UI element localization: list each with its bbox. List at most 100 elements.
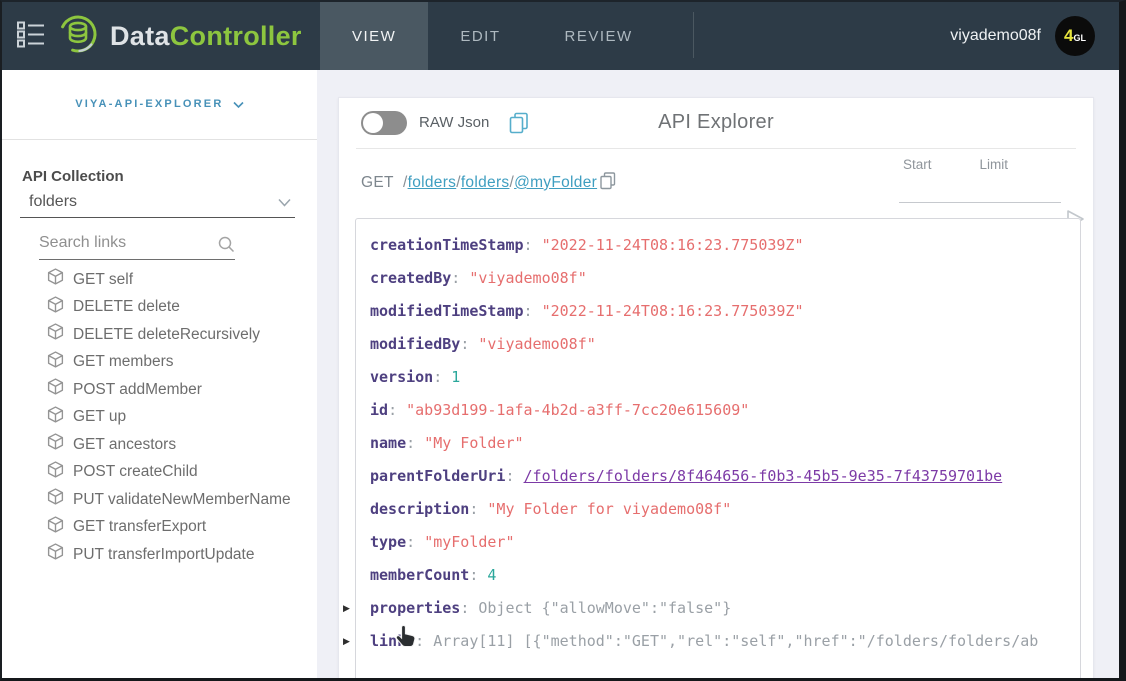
request-method: GET <box>361 174 394 191</box>
api-link-item[interactable]: GET ancestors <box>2 431 317 459</box>
pagination-params: Start Limit <box>899 157 1061 203</box>
json-key: description <box>370 500 469 518</box>
api-link-label: GET ancestors <box>73 436 176 454</box>
api-link-item[interactable]: PUT transferImportUpdate <box>2 541 317 569</box>
cube-icon <box>47 378 64 401</box>
json-key: modifiedBy <box>370 335 460 353</box>
json-row: version: 1 <box>356 361 1080 394</box>
api-link-item[interactable]: GET members <box>2 349 317 377</box>
json-value: "2022-11-24T08:16:23.775039Z" <box>542 302 804 320</box>
brand-zone: DataController <box>2 2 320 70</box>
api-link-item[interactable]: DELETE deleteRecursively <box>2 321 317 349</box>
json-key: memberCount <box>370 566 469 584</box>
app-window: DataController VIEW EDIT REVIEW viyademo… <box>0 0 1126 681</box>
api-link-item[interactable]: POST createChild <box>2 459 317 487</box>
app-selector-dropdown[interactable]: VIYA-API-EXPLORER <box>2 98 317 110</box>
json-value: "My Folder for viyademo08f" <box>487 500 731 518</box>
tree-menu-icon[interactable] <box>16 20 46 53</box>
sidebar-divider <box>2 139 317 140</box>
chevron-down-icon <box>229 98 244 110</box>
json-value: Object {"allowMove":"false"} <box>478 599 731 617</box>
cube-icon <box>47 543 64 566</box>
cube-icon <box>47 268 64 291</box>
api-link-item[interactable]: GET transferExport <box>2 514 317 542</box>
cube-icon <box>47 323 64 346</box>
api-collection-value: folders <box>29 193 77 211</box>
json-value: 4 <box>487 566 496 584</box>
search-links-input[interactable] <box>39 230 209 252</box>
json-row: createdBy: "viyademo08f" <box>356 262 1080 295</box>
api-link-label: POST createChild <box>73 463 198 481</box>
json-key: createdBy <box>370 269 451 287</box>
tab-view[interactable]: VIEW <box>320 2 428 70</box>
cube-icon <box>47 296 64 319</box>
json-key: version <box>370 368 433 386</box>
json-key: name <box>370 434 406 452</box>
json-key: creationTimeStamp <box>370 236 524 254</box>
api-link-item[interactable]: GET up <box>2 404 317 432</box>
json-key: links <box>370 632 415 650</box>
api-link-item[interactable]: GET self <box>2 266 317 294</box>
expand-toggle-icon[interactable]: ▶ <box>343 603 353 613</box>
tab-edit[interactable]: EDIT <box>428 2 532 70</box>
api-collection-label: API Collection <box>22 168 124 185</box>
json-row: properties: Object {"allowMove":"false"} <box>356 592 1080 625</box>
card-header: RAW Json API Explorer <box>339 98 1093 148</box>
copy-url-icon[interactable] <box>600 177 616 194</box>
json-row: modifiedTimeStamp: "2022-11-24T08:16:23.… <box>356 295 1080 328</box>
api-link-label: GET up <box>73 408 126 426</box>
json-value: Array[11] [{"method":"GET","rel":"self",… <box>433 632 1038 650</box>
start-input[interactable] <box>899 176 977 202</box>
tab-review[interactable]: REVIEW <box>533 2 665 70</box>
expand-toggle-icon[interactable]: ▶ <box>343 636 353 646</box>
api-link-item[interactable]: DELETE delete <box>2 294 317 322</box>
limit-input[interactable] <box>977 176 1055 202</box>
json-value: "ab93d199-1afa-4b2d-a3ff-7cc20e615609" <box>406 401 749 419</box>
api-link-label: GET transferExport <box>73 518 206 536</box>
api-links-list: GET self DELETE delete DELETE deleteRecu… <box>2 266 317 569</box>
api-link-item[interactable]: PUT validateNewMemberName <box>2 486 317 514</box>
path-link-folders-1[interactable]: folders <box>408 174 457 191</box>
api-collection-select[interactable]: folders <box>20 190 295 218</box>
json-key: parentFolderUri <box>370 467 505 485</box>
sidebar: VIYA-API-EXPLORER API Collection folders <box>2 70 317 678</box>
json-key: modifiedTimeStamp <box>370 302 524 320</box>
api-link-label: PUT validateNewMemberName <box>73 491 291 509</box>
search-links-field <box>39 230 235 260</box>
api-link-label: DELETE delete <box>73 298 180 316</box>
cube-icon <box>47 461 64 484</box>
header-divider <box>693 12 694 58</box>
main-content: RAW Json API Explorer GET /folders/folde… <box>317 70 1119 678</box>
cube-icon <box>47 488 64 511</box>
path-link-myfolder[interactable]: @myFolder <box>514 174 597 191</box>
cube-icon <box>47 516 64 539</box>
api-explorer-card: RAW Json API Explorer GET /folders/folde… <box>338 97 1094 681</box>
api-link-label: POST addMember <box>73 381 202 399</box>
json-row: modifiedBy: "viyademo08f" <box>356 328 1080 361</box>
json-row: description: "My Folder for viyademo08f" <box>356 493 1080 526</box>
json-value: "My Folder" <box>424 434 523 452</box>
json-row: links: Array[11] [{"method":"GET","rel":… <box>356 625 1080 658</box>
json-row: memberCount: 4 <box>356 559 1080 592</box>
path-link-folders-2[interactable]: folders <box>461 174 510 191</box>
start-label: Start <box>903 157 932 172</box>
api-link-label: GET self <box>73 271 133 289</box>
api-link-label: PUT transferImportUpdate <box>73 546 254 564</box>
user-zone: viyademo08f 4GL <box>950 2 1119 70</box>
datacontroller-logo-icon <box>56 12 100 61</box>
cube-icon <box>47 406 64 429</box>
request-url: GET /folders/folders/@myFolder <box>361 172 616 195</box>
json-response-area: creationTimeStamp: "2022-11-24T08:16:23.… <box>355 218 1081 681</box>
api-link-item[interactable]: POST addMember <box>2 376 317 404</box>
json-value: "viyademo08f" <box>478 335 595 353</box>
json-value: "myFolder" <box>424 533 514 551</box>
api-link-label: GET members <box>73 353 174 371</box>
json-value: "2022-11-24T08:16:23.775039Z" <box>542 236 804 254</box>
json-value[interactable]: /folders/folders/8f464656-f0b3-45b5-9e35… <box>524 467 1003 485</box>
json-row: name: "My Folder" <box>356 427 1080 460</box>
user-badge-4gl[interactable]: 4GL <box>1055 16 1095 56</box>
json-key: properties <box>370 599 460 617</box>
page-title: API Explorer <box>339 111 1093 134</box>
json-row: parentFolderUri: /folders/folders/8f4646… <box>356 460 1080 493</box>
limit-label: Limit <box>980 157 1009 172</box>
